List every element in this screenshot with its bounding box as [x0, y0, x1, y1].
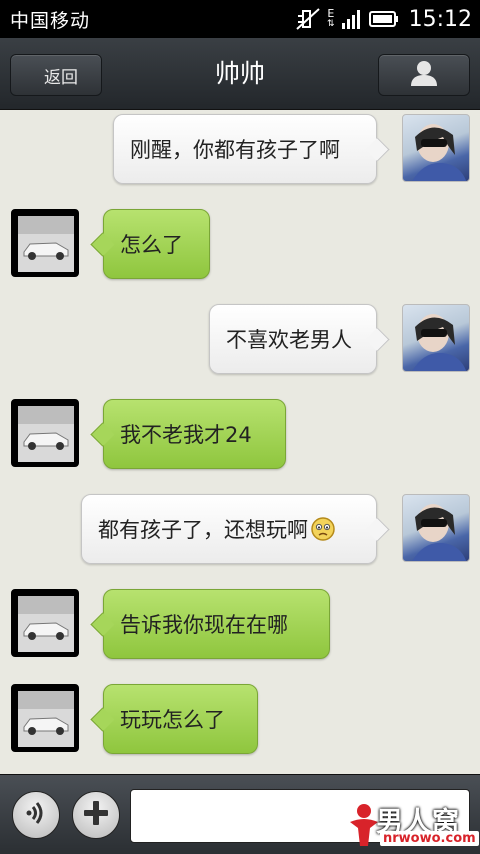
status-clock: 15:12 [408, 6, 472, 32]
self-avatar[interactable] [402, 494, 470, 562]
network-type-label: E [327, 7, 335, 20]
contact-avatar[interactable] [11, 399, 79, 467]
message-text: 都有孩子了，还想玩啊 [98, 518, 308, 542]
message-bubble-incoming[interactable]: 玩玩怎么了 [103, 684, 258, 754]
contact-profile-button[interactable] [378, 54, 470, 96]
carrier-name: 中国移动 [10, 9, 91, 32]
message-text: 玩玩怎么了 [120, 708, 225, 732]
contact-avatar[interactable] [11, 684, 79, 752]
chat-title: 帅帅 [214, 59, 265, 88]
input-bar [0, 774, 480, 854]
message-text: 告诉我你现在在哪 [120, 613, 288, 637]
signal-strength-icon [341, 8, 363, 30]
back-button-label: 返回 [44, 67, 78, 88]
silent-mode-icon [295, 7, 321, 31]
message-bubble-outgoing[interactable]: 不喜欢老男人 [209, 304, 377, 374]
network-type-icon: E ⇅ [327, 7, 335, 29]
status-bar: 中国移动 E ⇅ 15:12 [0, 0, 480, 38]
battery-icon [368, 9, 399, 29]
status-icons: E ⇅ 15:12 [295, 7, 472, 32]
back-button[interactable]: 返回 [10, 54, 102, 96]
message-input[interactable] [130, 789, 470, 843]
self-avatar[interactable] [402, 304, 470, 372]
voice-input-button[interactable] [12, 791, 60, 839]
message-list: 刚醒，你都有孩子了啊 怎么了 不喜欢老男人 我不老我才24 都有孩子了，还想玩啊… [0, 110, 480, 774]
message-bubble-incoming[interactable]: 告诉我你现在在哪 [103, 589, 330, 659]
add-attachment-button[interactable] [72, 791, 120, 839]
message-bubble-outgoing[interactable]: 都有孩子了，还想玩啊 [81, 494, 377, 564]
message-bubble-outgoing[interactable]: 刚醒，你都有孩子了啊 [113, 114, 377, 184]
message-text: 不喜欢老男人 [226, 328, 352, 352]
plus-icon [81, 798, 111, 832]
message-text: 我不老我才24 [120, 423, 252, 447]
person-icon [409, 58, 439, 92]
message-text: 怎么了 [120, 233, 183, 257]
voice-icon [22, 799, 50, 831]
self-avatar[interactable] [402, 114, 470, 182]
sad-face-emoji-icon [310, 516, 336, 542]
message-text: 刚醒，你都有孩子了啊 [130, 138, 340, 162]
message-bubble-incoming[interactable]: 我不老我才24 [103, 399, 286, 469]
contact-avatar[interactable] [11, 589, 79, 657]
message-bubble-incoming[interactable]: 怎么了 [103, 209, 210, 279]
contact-avatar[interactable] [11, 209, 79, 277]
